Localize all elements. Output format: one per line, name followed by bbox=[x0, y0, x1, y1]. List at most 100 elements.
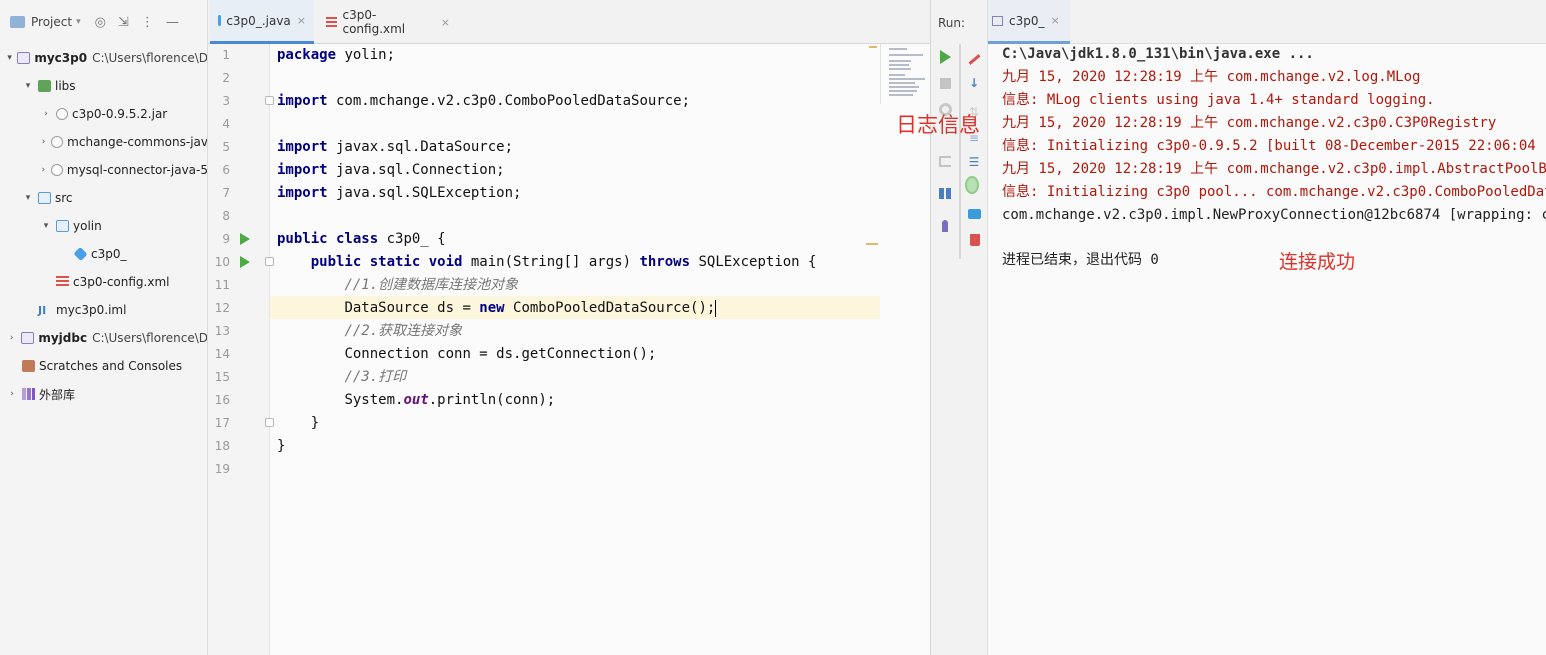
console-line[interactable]: 信息: MLog clients using java 1.4+ standar… bbox=[1002, 89, 1435, 112]
exit-icon bbox=[939, 155, 951, 167]
wrap-button[interactable]: ☰ bbox=[967, 155, 981, 169]
line-number: 6 bbox=[222, 163, 230, 177]
tree-item-myc3p0-iml[interactable]: JI myc3p0.iml bbox=[0, 298, 207, 322]
xml-file-icon bbox=[326, 16, 338, 28]
expand-arrow-icon[interactable]: ▾ bbox=[6, 53, 13, 63]
close-icon[interactable]: × bbox=[441, 16, 450, 29]
console-line[interactable]: com.mchange.v2.c3p0.impl.NewProxyConnect… bbox=[1002, 204, 1546, 227]
editor-minimap[interactable] bbox=[869, 44, 930, 104]
code-comment: //1.创建数据库连接池对象 bbox=[344, 277, 519, 293]
tab-run-c3p0[interactable]: c3p0_ × bbox=[988, 0, 1070, 44]
scroll-to-end-button[interactable] bbox=[965, 176, 979, 194]
tree-item-external-libraries[interactable]: › 外部库 bbox=[0, 382, 207, 406]
tab-c3p0-java[interactable]: c3p0_.java × bbox=[210, 0, 314, 44]
hide-panel-icon[interactable]: — bbox=[166, 15, 179, 30]
tree-item-label: c3p0_ bbox=[91, 247, 127, 261]
expand-arrow-icon[interactable]: ▾ bbox=[22, 81, 34, 91]
tree-item-libs[interactable]: ▾ libs bbox=[0, 74, 207, 98]
line-number: 13 bbox=[214, 324, 230, 338]
tab-label: c3p0_.java bbox=[226, 13, 291, 28]
project-view-icon bbox=[10, 16, 25, 28]
code-text: yolin; bbox=[336, 47, 396, 63]
code-line-14: Connection conn = ds.getConnection(); bbox=[277, 343, 656, 366]
code-line-12: DataSource ds = new ComboPooledDataSourc… bbox=[277, 297, 717, 320]
code-text: javax.sql.DataSource; bbox=[327, 139, 514, 155]
sort-button[interactable]: ↓ bbox=[967, 76, 981, 90]
line-number: 1 bbox=[222, 48, 230, 62]
close-icon[interactable]: × bbox=[297, 14, 306, 27]
expand-arrow-icon[interactable]: › bbox=[6, 389, 18, 399]
tree-item-src[interactable]: ▾ src bbox=[0, 186, 207, 210]
keyword: import bbox=[277, 185, 328, 201]
run-class-gutter-icon[interactable] bbox=[240, 233, 250, 245]
close-icon[interactable]: × bbox=[1050, 14, 1059, 27]
tree-item-scratches[interactable]: Scratches and Consoles bbox=[0, 354, 207, 378]
package-folder-icon bbox=[56, 220, 69, 232]
stop-button[interactable] bbox=[938, 76, 952, 90]
fold-end-icon[interactable] bbox=[265, 418, 274, 427]
console-line[interactable]: 九月 15, 2020 12:28:19 上午 com.mchange.v2.l… bbox=[1002, 66, 1420, 89]
tree-item-mchange-jar[interactable]: › mchange-commons-jav bbox=[0, 130, 207, 154]
project-view-title[interactable]: Project bbox=[31, 15, 72, 29]
code-line-6: import java.sql.Connection; bbox=[277, 159, 505, 182]
options-menu-icon[interactable]: ⋮ bbox=[141, 15, 154, 30]
expand-arrow-icon[interactable]: ▾ bbox=[22, 193, 34, 203]
keyword: import bbox=[277, 162, 328, 178]
tree-item-label: myjdbc bbox=[38, 331, 88, 345]
run-config-icon bbox=[992, 15, 1003, 26]
pin-tab-button[interactable] bbox=[938, 219, 952, 233]
project-view-dropdown-icon[interactable]: ▾ bbox=[76, 17, 81, 27]
print-button[interactable] bbox=[967, 207, 981, 221]
tree-item-c3p0-config-xml[interactable]: c3p0-config.xml bbox=[0, 270, 207, 294]
code-line-18: } bbox=[277, 438, 286, 454]
fold-imports-icon[interactable] bbox=[265, 96, 274, 105]
tree-item-myjdbc[interactable]: › myjdbc C:\Users\florence\D bbox=[0, 326, 207, 350]
console-line[interactable]: 九月 15, 2020 12:28:19 上午 com.mchange.v2.c… bbox=[1002, 158, 1546, 181]
code-text: SQLException { bbox=[690, 254, 817, 270]
minimap-line bbox=[889, 68, 911, 70]
annotation-log-info: 日志信息 bbox=[896, 113, 980, 137]
clear-console-edit-button[interactable] bbox=[967, 52, 981, 66]
fold-method-icon[interactable] bbox=[265, 257, 274, 266]
line-number: 12 bbox=[214, 301, 230, 315]
collapse-all-icon[interactable]: ⇲ bbox=[118, 15, 129, 30]
line-number: 19 bbox=[214, 462, 230, 476]
code-text: Connection conn = ds.getConnection(); bbox=[344, 346, 657, 362]
tree-item-myc3p0[interactable]: ▾ myc3p0 C:\Users\florence\D bbox=[0, 46, 207, 70]
minimap-line bbox=[889, 90, 917, 92]
delete-button[interactable] bbox=[968, 233, 982, 247]
console-exit-line[interactable]: 进程已结束，退出代码 0 bbox=[1002, 249, 1159, 272]
tree-item-label: mysql-connector-java-5 bbox=[66, 163, 208, 177]
tab-c3p0-config-xml[interactable]: c3p0-config.xml × bbox=[318, 0, 458, 44]
module-folder-icon bbox=[17, 52, 31, 64]
console-line[interactable]: 九月 15, 2020 12:28:19 上午 com.mchange.v2.c… bbox=[1002, 112, 1496, 135]
code-text: System. bbox=[344, 392, 404, 408]
locate-file-icon[interactable]: ◎ bbox=[95, 15, 106, 30]
tree-item-label: Scratches and Consoles bbox=[39, 359, 183, 373]
tree-item-yolin[interactable]: ▾ yolin bbox=[0, 214, 207, 238]
line-number: 17 bbox=[214, 416, 230, 430]
expand-arrow-icon[interactable]: › bbox=[40, 137, 47, 147]
code-line-17: } bbox=[277, 415, 320, 431]
code-text: java.sql.Connection; bbox=[327, 162, 505, 178]
expand-arrow-icon[interactable]: ▾ bbox=[40, 221, 52, 231]
tree-item-c3p0-jar[interactable]: › c3p0-0.9.5.2.jar bbox=[0, 102, 207, 126]
expand-arrow-icon[interactable]: › bbox=[40, 109, 52, 119]
static-field: out bbox=[403, 392, 429, 408]
rerun-button[interactable] bbox=[938, 50, 952, 64]
expand-arrow-icon[interactable]: › bbox=[6, 333, 17, 343]
console-line[interactable]: 信息: Initializing c3p0 pool... com.mchang… bbox=[1002, 181, 1546, 204]
tree-item-c3p0-class[interactable]: c3p0_ bbox=[0, 242, 207, 266]
run-main-gutter-icon[interactable] bbox=[240, 256, 250, 268]
console-line[interactable]: C:\Java\jdk1.8.0_131\bin\java.exe ... bbox=[1002, 43, 1314, 66]
minimap-marker bbox=[869, 46, 877, 48]
tree-item-mysql-jar[interactable]: › mysql-connector-java-5 bbox=[0, 158, 208, 182]
keyword: import bbox=[277, 139, 328, 155]
expand-arrow-icon[interactable]: › bbox=[40, 165, 47, 175]
exit-button[interactable] bbox=[938, 154, 952, 168]
layout-button[interactable] bbox=[938, 186, 952, 200]
console-line[interactable]: 信息: Initializing c3p0-0.9.5.2 [built 08-… bbox=[1002, 135, 1546, 158]
